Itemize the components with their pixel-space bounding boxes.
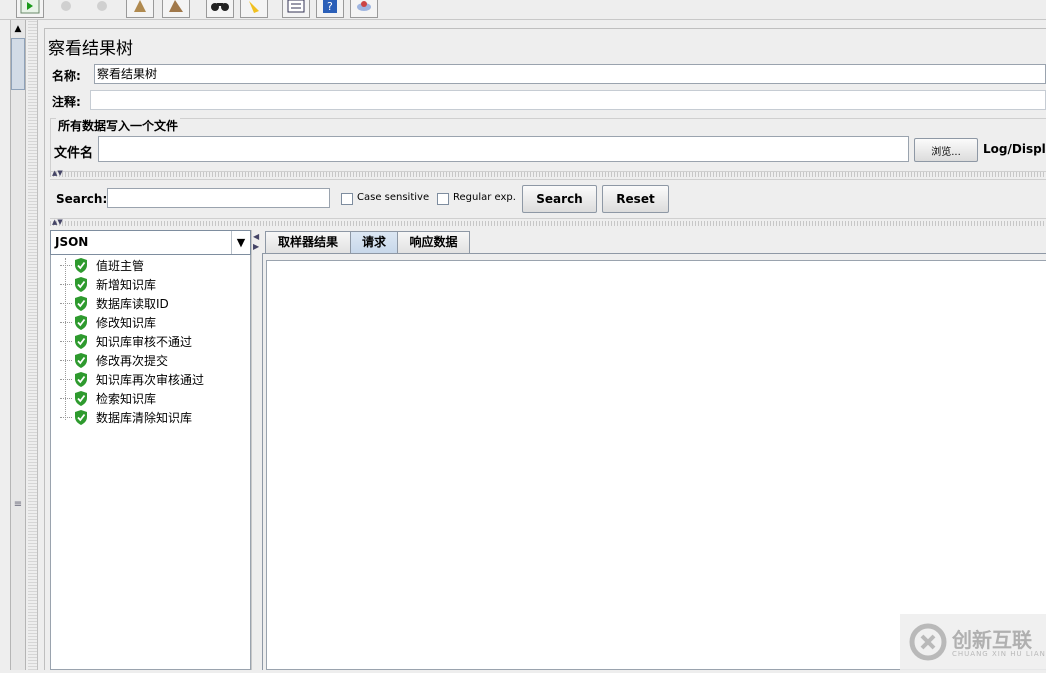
tree-node[interactable]: 知识库再次审核通过 — [60, 370, 204, 389]
collapse-left-icon[interactable]: ◀ — [253, 232, 259, 241]
comment-field[interactable] — [90, 90, 1046, 110]
filename-label: 文件名 — [54, 146, 94, 161]
reset-button[interactable]: Reset — [602, 185, 669, 213]
tree-node[interactable]: 修改知识库 — [60, 313, 156, 332]
renderer-select[interactable]: JSON — [50, 230, 251, 255]
tree-node[interactable]: 数据库读取ID — [60, 294, 169, 313]
tree-node[interactable]: 新增知识库 — [60, 275, 156, 294]
search-button[interactable]: Search — [522, 185, 597, 213]
log-display-label: Log/Display — [983, 142, 1046, 156]
success-shield-icon — [75, 258, 87, 273]
request-content-area[interactable] — [266, 260, 1046, 670]
tree-connector — [60, 284, 72, 285]
success-shield-icon — [75, 296, 87, 311]
success-shield-icon — [75, 334, 87, 349]
tree-connector — [60, 341, 72, 342]
tree-node-label: 修改知识库 — [96, 316, 157, 330]
chevron-down-icon[interactable]: ▼ — [231, 231, 250, 254]
case-sensitive-checkbox[interactable] — [341, 193, 353, 205]
success-shield-icon — [75, 353, 87, 368]
vertical-splitter[interactable]: ◀ ▶ — [251, 230, 261, 670]
remote-icon[interactable] — [350, 0, 378, 18]
scroll-up-arrow-icon[interactable]: ▲ — [11, 22, 25, 36]
watermark-logo: 创新互联 CHUANG XIN HU LIAN — [900, 614, 1046, 670]
name-label: 名称: — [52, 69, 81, 83]
tree-node-label: 新增知识库 — [96, 278, 157, 292]
tree-node-label: 数据库读取ID — [96, 297, 169, 311]
tree-node-label: 修改再次提交 — [96, 354, 169, 368]
page-title: 察看结果树 — [48, 39, 133, 59]
browse-button[interactable]: 浏览... — [914, 138, 978, 162]
comment-label: 注释: — [52, 95, 81, 109]
tree-node[interactable]: 修改再次提交 — [60, 351, 168, 370]
splitter-bottom[interactable] — [50, 221, 1046, 226]
tree-connector — [60, 322, 72, 323]
shutdown-icon[interactable] — [86, 0, 114, 18]
clear-icon[interactable] — [126, 0, 154, 18]
tree-connector — [60, 303, 72, 304]
success-shield-icon — [75, 315, 87, 330]
tree-connector — [60, 265, 72, 266]
scrollbar-thumb[interactable] — [11, 38, 25, 90]
success-shield-icon — [75, 277, 87, 292]
left-scrollbar[interactable] — [10, 20, 26, 670]
tab-request[interactable]: 请求 — [350, 231, 398, 254]
watermark-subtext: CHUANG XIN HU LIAN — [952, 650, 1046, 658]
tree-node-label: 值班主管 — [96, 259, 145, 273]
tree-connector — [60, 360, 72, 361]
splitpane-divider[interactable] — [28, 20, 38, 670]
tab-response-data[interactable]: 响应数据 — [397, 231, 470, 254]
file-group-title: 所有数据写入一个文件 — [56, 117, 181, 134]
tree-node[interactable]: 检索知识库 — [60, 389, 156, 408]
tree-connector — [60, 417, 72, 418]
search-label: Search: — [56, 192, 108, 206]
toolbar: ? — [0, 0, 1046, 20]
tree-connector — [60, 398, 72, 399]
collapse-arrows-icon-2[interactable]: ▲▼ — [52, 218, 63, 226]
tree-node-label: 检索知识库 — [96, 392, 157, 406]
success-shield-icon — [75, 410, 87, 425]
scrollbar-grip-icon[interactable]: ≡ — [12, 500, 24, 510]
help-icon[interactable]: ? — [316, 0, 344, 18]
collapse-right-icon[interactable]: ▶ — [253, 242, 259, 251]
regex-label: Regular exp. — [453, 192, 516, 203]
tree-node-label: 知识库再次审核通过 — [96, 373, 205, 387]
run-icon[interactable] — [16, 0, 44, 18]
name-field[interactable]: 察看结果树 — [94, 64, 1046, 84]
tree-node[interactable]: 值班主管 — [60, 256, 144, 275]
search-input[interactable] — [107, 188, 330, 208]
broom-reset-icon[interactable] — [240, 0, 268, 18]
splitter-top[interactable] — [50, 172, 1046, 177]
tab-sampler-result[interactable]: 取样器结果 — [265, 231, 351, 254]
clear-all-icon[interactable] — [162, 0, 190, 18]
tree-node-label: 数据库清除知识库 — [96, 411, 193, 425]
regex-checkbox[interactable] — [437, 193, 449, 205]
success-shield-icon — [75, 372, 87, 387]
tree-node-label: 知识库审核不通过 — [96, 335, 193, 349]
tree-node[interactable]: 知识库审核不通过 — [60, 332, 192, 351]
success-shield-icon — [75, 391, 87, 406]
watermark-text: 创新互联 — [952, 628, 1032, 652]
tree-node[interactable]: 数据库清除知识库 — [60, 408, 192, 427]
binoculars-search-icon[interactable] — [206, 0, 234, 18]
collapse-arrows-icon[interactable]: ▲▼ — [52, 169, 63, 177]
tree-connector — [60, 379, 72, 380]
filename-field[interactable] — [98, 136, 909, 162]
function-helper-icon[interactable] — [282, 0, 310, 18]
stop-icon[interactable] — [52, 0, 80, 18]
case-sensitive-label: Case sensitive — [357, 192, 430, 203]
svg-text:?: ? — [327, 0, 333, 13]
